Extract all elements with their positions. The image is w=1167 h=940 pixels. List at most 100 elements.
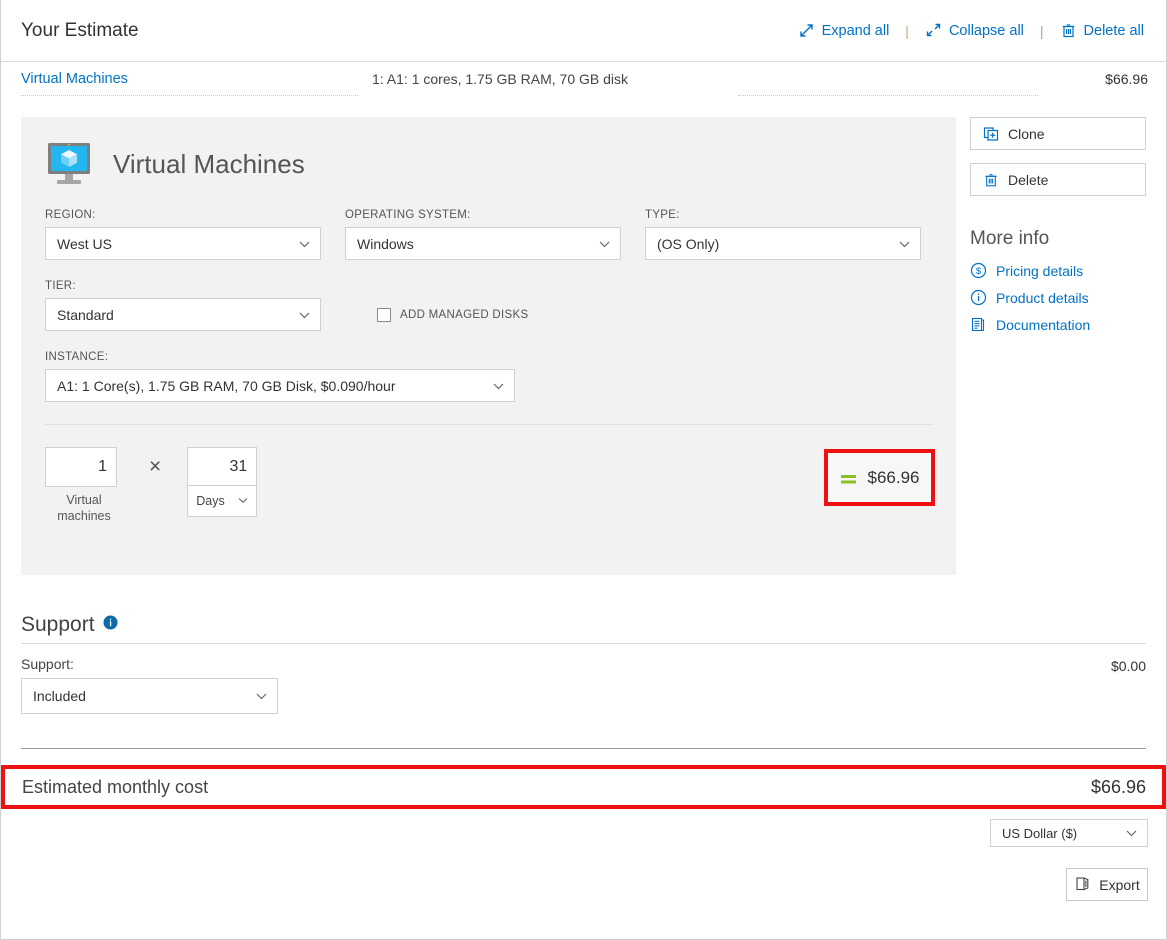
- days-input[interactable]: 31: [188, 448, 257, 486]
- days-unit-select[interactable]: Days: [188, 486, 256, 516]
- region-label: REGION:: [45, 209, 96, 221]
- type-value: (OS Only): [657, 235, 720, 252]
- product-details-link[interactable]: Product details: [970, 289, 1146, 306]
- summary-price: $66.96: [1105, 71, 1148, 87]
- svg-text:$: $: [976, 266, 982, 277]
- add-managed-disks-checkbox[interactable]: ADD MANAGED DISKS: [377, 298, 528, 331]
- support-field: Support: Included: [21, 656, 281, 714]
- footer-controls: US Dollar ($) Export: [1, 819, 1148, 901]
- clone-label: Clone: [1008, 125, 1045, 142]
- expand-all-label: Expand all: [821, 22, 890, 39]
- fields-row-3: INSTANCE: A1: 1 Core(s), 1.75 GB RAM, 70…: [45, 351, 934, 402]
- add-managed-disks-label: ADD MANAGED DISKS: [400, 308, 529, 321]
- quantity-input[interactable]: 1: [45, 447, 117, 487]
- clone-icon: [983, 126, 999, 142]
- instance-field: INSTANCE: A1: 1 Core(s), 1.75 GB RAM, 70…: [45, 351, 515, 402]
- header-actions: Expand all | Collapse all | Delete all: [794, 20, 1148, 41]
- estimated-monthly-cost-bar: Estimated monthly cost $66.96: [1, 765, 1166, 809]
- operating-system-value: Windows: [357, 235, 414, 252]
- chevron-down-icon: [492, 379, 505, 392]
- footer-divider: [21, 748, 1146, 749]
- estimate-summary-row: Virtual Machines 1: A1: 1 cores, 1.75 GB…: [1, 62, 1166, 96]
- instance-label: INSTANCE:: [45, 351, 109, 363]
- chevron-down-icon: [298, 308, 311, 321]
- instance-select[interactable]: A1: 1 Core(s), 1.75 GB RAM, 70 GB Disk, …: [45, 369, 515, 402]
- pricing-details-label: Pricing details: [996, 262, 1084, 279]
- operating-system-select[interactable]: Windows: [345, 227, 621, 260]
- pricing-details-link[interactable]: $ Pricing details: [970, 262, 1146, 279]
- delete-label: Delete: [1008, 171, 1049, 188]
- support-section: Support Support: Included $0.00: [21, 613, 1146, 714]
- delete-all-button[interactable]: Delete all: [1056, 20, 1148, 41]
- card-header: Virtual Machines: [45, 141, 934, 187]
- card-title: Virtual Machines: [113, 148, 305, 179]
- info-circle-icon[interactable]: [103, 615, 118, 635]
- tier-value: Standard: [57, 306, 114, 323]
- tier-label: TIER:: [45, 280, 76, 292]
- info-circle-icon: [970, 289, 987, 306]
- fields-row-2: TIER: Standard ADD MANAGED DISKS: [45, 280, 934, 331]
- export-icon: [1074, 875, 1091, 895]
- card-sidebar: Clone Delete More info $ Pricing details…: [970, 117, 1146, 575]
- documentation-label: Documentation: [996, 316, 1091, 333]
- dollar-circle-icon: $: [970, 262, 987, 279]
- currency-select[interactable]: US Dollar ($): [990, 819, 1148, 847]
- trash-icon: [983, 172, 999, 188]
- export-button[interactable]: Export: [1066, 868, 1148, 901]
- type-select[interactable]: (OS Only): [645, 227, 921, 260]
- equals-icon: [840, 472, 857, 484]
- expand-all-icon: [798, 22, 815, 39]
- region-field: REGION: West US: [45, 209, 321, 260]
- card-total-value: $66.96: [867, 467, 920, 487]
- tier-select[interactable]: Standard: [45, 298, 321, 331]
- currency-value: US Dollar ($): [1002, 825, 1078, 841]
- card-total-highlight: $66.96: [824, 449, 935, 506]
- type-label: TYPE:: [645, 209, 680, 221]
- expand-all-button[interactable]: Expand all: [794, 20, 894, 41]
- collapse-all-icon: [925, 22, 942, 39]
- chevron-down-icon: [237, 494, 249, 509]
- clone-button[interactable]: Clone: [970, 117, 1146, 150]
- documentation-link[interactable]: Documentation: [970, 316, 1146, 333]
- chevron-down-icon: [898, 237, 911, 250]
- header-separator-1: |: [905, 22, 909, 39]
- region-select[interactable]: West US: [45, 227, 321, 260]
- estimated-monthly-cost-label: Estimated monthly cost: [22, 776, 209, 797]
- support-body: Support: Included $0.00: [21, 656, 1146, 714]
- tier-field: TIER: Standard: [45, 280, 321, 331]
- collapse-all-label: Collapse all: [948, 22, 1024, 39]
- summary-description: 1: A1: 1 cores, 1.75 GB RAM, 70 GB disk: [372, 71, 629, 87]
- estimated-monthly-cost-value: $66.96: [1090, 776, 1146, 797]
- support-title: Support: [21, 613, 95, 636]
- support-price: $0.00: [1110, 658, 1146, 674]
- chevron-down-icon: [1125, 827, 1138, 840]
- days-group: 31 Days: [187, 447, 258, 517]
- more-info-title: More info: [970, 228, 1050, 249]
- operating-system-field: OPERATING SYSTEM: Windows: [345, 209, 621, 260]
- operating-system-label: OPERATING SYSTEM:: [345, 209, 471, 221]
- chevron-down-icon: [598, 237, 611, 250]
- support-header: Support: [21, 613, 1146, 644]
- days-unit-label: Days: [196, 494, 225, 508]
- collapse-all-button[interactable]: Collapse all: [921, 20, 1028, 41]
- support-value: Included: [33, 688, 86, 704]
- page-title: Your Estimate: [21, 19, 139, 41]
- header-separator-2: |: [1039, 22, 1044, 39]
- chevron-down-icon: [298, 237, 311, 250]
- summary-spacer: [738, 62, 1038, 96]
- support-select[interactable]: Included: [21, 678, 278, 714]
- card-divider: [45, 424, 934, 425]
- summary-service-link[interactable]: Virtual Machines: [21, 62, 358, 96]
- estimate-window: Your Estimate Expand all | Collapse all …: [0, 0, 1167, 940]
- quantity-group: 1 Virtual machines: [45, 447, 123, 524]
- calculation-row: 1 Virtual machines × 31 Days $66.96: [45, 447, 935, 547]
- virtual-machines-card: Virtual Machines REGION: West US OPERATI…: [21, 117, 956, 575]
- card-pointer-triangle: [43, 117, 95, 139]
- quantity-caption: Virtual machines: [57, 493, 111, 523]
- product-details-label: Product details: [996, 289, 1089, 306]
- instance-value: A1: 1 Core(s), 1.75 GB RAM, 70 GB Disk, …: [57, 377, 396, 394]
- fields-row-1: REGION: West US OPERATING SYSTEM: Window…: [45, 209, 934, 260]
- delete-button[interactable]: Delete: [970, 163, 1146, 196]
- checkbox-box: [377, 307, 391, 322]
- virtual-machine-icon: [45, 141, 93, 187]
